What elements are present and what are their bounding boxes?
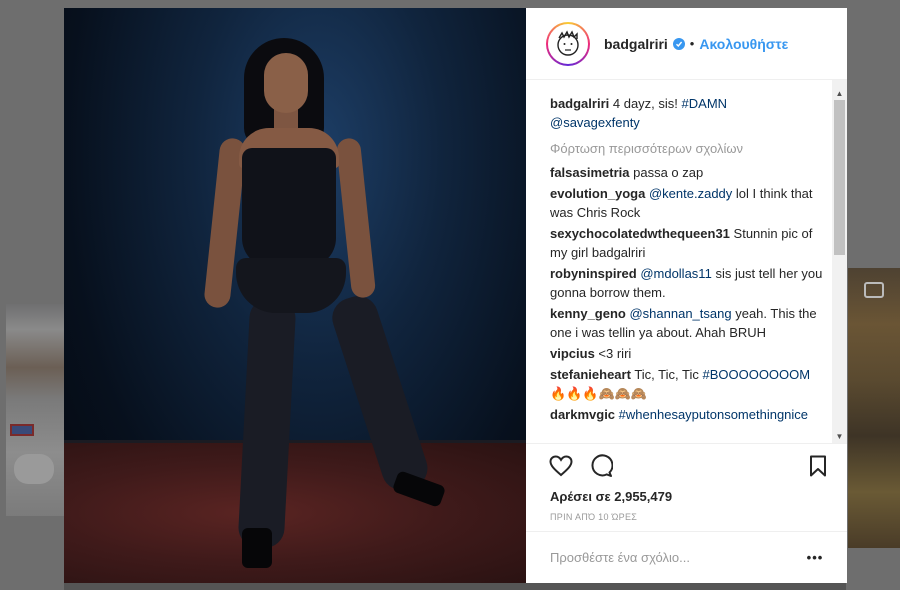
bookmark-icon-svg (810, 455, 826, 477)
comment-username[interactable]: sexychocolatedwthequeen31 (550, 226, 730, 241)
video-camera-icon (864, 282, 884, 298)
scrollbar-thumb[interactable] (834, 100, 845, 255)
action-bar (526, 444, 847, 488)
comments-list: badgalriri 4 dayz, sis! #DAMN @savagexfe… (526, 80, 847, 444)
figure-hips (236, 258, 346, 313)
speech-bubble-icon[interactable] (588, 453, 614, 479)
scroll-down-arrow-icon[interactable]: ▼ (832, 429, 847, 443)
comment-link[interactable]: @kente.zaddy (649, 186, 732, 201)
more-options-button[interactable]: ••• (805, 550, 825, 565)
figure-face (264, 53, 308, 113)
flag-decoration (10, 424, 34, 436)
figure-shoe-left (242, 528, 272, 568)
comment-text: passa o zap (633, 165, 704, 180)
comment-username[interactable]: vipcius (550, 346, 595, 361)
figure-corset (242, 148, 336, 268)
comment-container: falsasimetria passa o zap evolution_yoga … (550, 163, 823, 424)
post-modal: badgalriri • Ακολουθήστε badgalriri 4 da… (64, 8, 847, 583)
comment-input[interactable] (550, 550, 805, 565)
bookmark-icon[interactable] (805, 453, 831, 479)
sheep-decoration (14, 454, 54, 484)
comment-row: kenny_geno @shannan_tsang yeah. This the… (550, 304, 823, 342)
comment-link[interactable]: @mdollas11 (640, 266, 712, 281)
caption-hashtag[interactable]: #DAMN (682, 96, 728, 111)
comment-username[interactable]: darkmvgic (550, 407, 615, 422)
post-username[interactable]: badgalriri (604, 36, 668, 52)
comment-link[interactable]: #BOOOOOOOOM (702, 367, 810, 382)
post-side-panel: badgalriri • Ακολουθήστε badgalriri 4 da… (526, 8, 847, 583)
comment-username[interactable]: evolution_yoga (550, 186, 645, 201)
comment-row: sexychocolatedwthequeen31 Stunnin pic of… (550, 224, 823, 262)
post-header: badgalriri • Ακολουθήστε (526, 8, 847, 80)
caption-username[interactable]: badgalriri (550, 96, 609, 111)
post-photo[interactable] (64, 8, 526, 583)
comment-username[interactable]: robyninspired (550, 266, 637, 281)
avatar-drawing (557, 29, 579, 56)
caption-text: 4 dayz, sis! (612, 96, 678, 111)
comment-username[interactable]: falsasimetria (550, 165, 630, 180)
caption: badgalriri 4 dayz, sis! #DAMN @savagexfe… (550, 94, 823, 132)
background-feed-thumbnail-right[interactable] (848, 268, 900, 548)
comment-link[interactable]: #whenhesayputonsomethingnice (619, 407, 808, 422)
post-timestamp[interactable]: ΠΡΙΝ ΑΠΌ 10 ΏΡΕΣ (526, 506, 847, 522)
background-feed-thumbnail-left[interactable] (6, 304, 64, 516)
comment-row: stefanieheart Tic, Tic, Tic #BOOOOOOOOM … (550, 365, 823, 403)
check-icon (675, 41, 682, 47)
comment-username[interactable]: kenny_geno (550, 306, 626, 321)
comment-icon-svg (591, 454, 613, 477)
comment-text: 🔥🔥🔥🙈🙈🙈 (550, 386, 648, 401)
comment-text: <3 riri (598, 346, 632, 361)
follow-button[interactable]: Ακολουθήστε (699, 36, 788, 52)
scroll-up-arrow-icon[interactable]: ▲ (832, 86, 847, 101)
avatar[interactable] (546, 21, 590, 66)
header-separator: • (689, 36, 695, 51)
caption-mention[interactable]: @savagexfenty (550, 115, 640, 130)
comment-row: vipcius <3 riri (550, 344, 823, 363)
add-comment-bar: ••• (526, 531, 847, 583)
comment-row: darkmvgic #whenhesayputonsomethingnice (550, 405, 823, 424)
heart-icon-svg (549, 455, 573, 477)
comment-row: falsasimetria passa o zap (550, 163, 823, 182)
avatar-image (548, 23, 588, 64)
comments-scrollbar[interactable]: ▲ ▼ (832, 80, 847, 443)
comment-text: Tic, Tic, Tic (634, 367, 699, 382)
photo-floor (64, 443, 526, 583)
verified-badge-icon (672, 37, 685, 50)
likes-count[interactable]: Αρέσει σε 2,955,479 (526, 488, 847, 506)
comment-username[interactable]: stefanieheart (550, 367, 631, 382)
comment-link[interactable]: @shannan_tsang (629, 306, 731, 321)
comment-row: evolution_yoga @kente.zaddy lol I think … (550, 184, 823, 222)
background-feed-strip (64, 582, 846, 590)
heart-icon[interactable] (548, 453, 574, 479)
load-more-comments[interactable]: Φόρτωση περισσότερων σχολίων (550, 139, 823, 158)
comment-row: robyninspired @mdollas11 sis just tell h… (550, 264, 823, 302)
